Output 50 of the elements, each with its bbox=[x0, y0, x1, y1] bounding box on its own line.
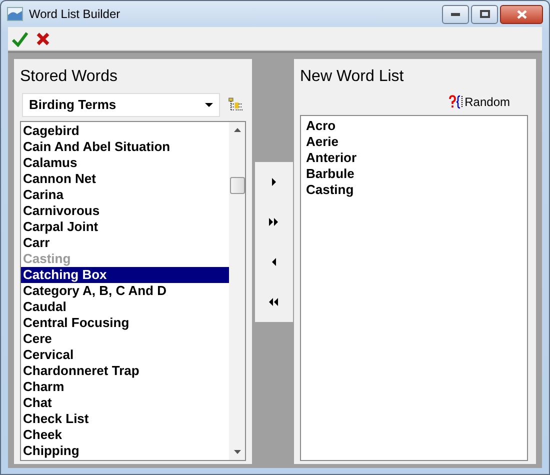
scroll-down-icon[interactable] bbox=[234, 450, 240, 454]
word-item[interactable]: Caudal bbox=[21, 299, 229, 315]
word-item[interactable]: Aerie bbox=[304, 134, 359, 150]
scroll-thumb[interactable] bbox=[230, 177, 244, 194]
panel-title: New Word List bbox=[299, 67, 405, 87]
category-dropdown[interactable]: Birding Terms bbox=[22, 93, 220, 117]
cancel-button[interactable] bbox=[36, 32, 50, 46]
word-item[interactable]: Cheek bbox=[21, 427, 229, 443]
minimize-icon bbox=[451, 12, 460, 16]
word-item[interactable]: Carpal Joint bbox=[21, 219, 229, 235]
scroll-up-icon[interactable] bbox=[234, 128, 240, 132]
word-item[interactable]: Cere bbox=[21, 331, 229, 347]
tree-icon[interactable] bbox=[228, 97, 244, 113]
word-item[interactable]: Charm bbox=[21, 379, 229, 395]
window-title: Word List Builder bbox=[29, 6, 120, 24]
word-item[interactable]: Cagebird bbox=[21, 123, 229, 139]
word-item[interactable]: Cervical bbox=[21, 347, 229, 363]
left-arrow-icon bbox=[272, 258, 276, 266]
maximize-button[interactable] bbox=[471, 4, 498, 24]
app-icon bbox=[7, 7, 23, 22]
right-arrow-icon bbox=[272, 178, 276, 186]
double-left-arrow-icon bbox=[269, 298, 279, 306]
word-item[interactable]: Chipping bbox=[21, 443, 229, 459]
double-right-arrow-icon bbox=[269, 218, 279, 226]
word-item[interactable]: Casting bbox=[304, 182, 359, 198]
word-item[interactable]: Cain And Abel Situation bbox=[21, 139, 229, 155]
word-item[interactable]: Chat bbox=[21, 395, 229, 411]
panel-title: Stored Words bbox=[19, 67, 119, 87]
word-item[interactable]: Acro bbox=[304, 118, 359, 134]
word-item[interactable]: Anterior bbox=[304, 150, 359, 166]
word-item[interactable]: Carina bbox=[21, 187, 229, 203]
word-item[interactable]: Category A, B, C And D bbox=[21, 283, 229, 299]
word-item[interactable]: Check List bbox=[21, 411, 229, 427]
word-item[interactable]: Central Focusing bbox=[21, 315, 229, 331]
scrollbar[interactable] bbox=[229, 122, 245, 460]
word-item[interactable]: Chardonneret Trap bbox=[21, 363, 229, 379]
random-icon bbox=[448, 95, 463, 109]
ok-button[interactable] bbox=[12, 30, 28, 47]
word-item[interactable]: Cannon Net bbox=[21, 171, 229, 187]
word-item[interactable]: Catching Box bbox=[21, 267, 229, 283]
close-icon bbox=[516, 10, 526, 19]
word-item[interactable]: Calamus bbox=[21, 155, 229, 171]
caret-icon bbox=[205, 103, 214, 107]
word-item[interactable]: Barbule bbox=[304, 166, 359, 182]
word-item[interactable]: Carnivorous bbox=[21, 203, 229, 219]
minimize-button[interactable] bbox=[442, 4, 469, 24]
close-button[interactable] bbox=[500, 4, 543, 24]
word-item[interactable]: Carr bbox=[21, 235, 229, 251]
random-button[interactable]: Random bbox=[448, 93, 510, 111]
maximize-icon bbox=[480, 10, 490, 18]
